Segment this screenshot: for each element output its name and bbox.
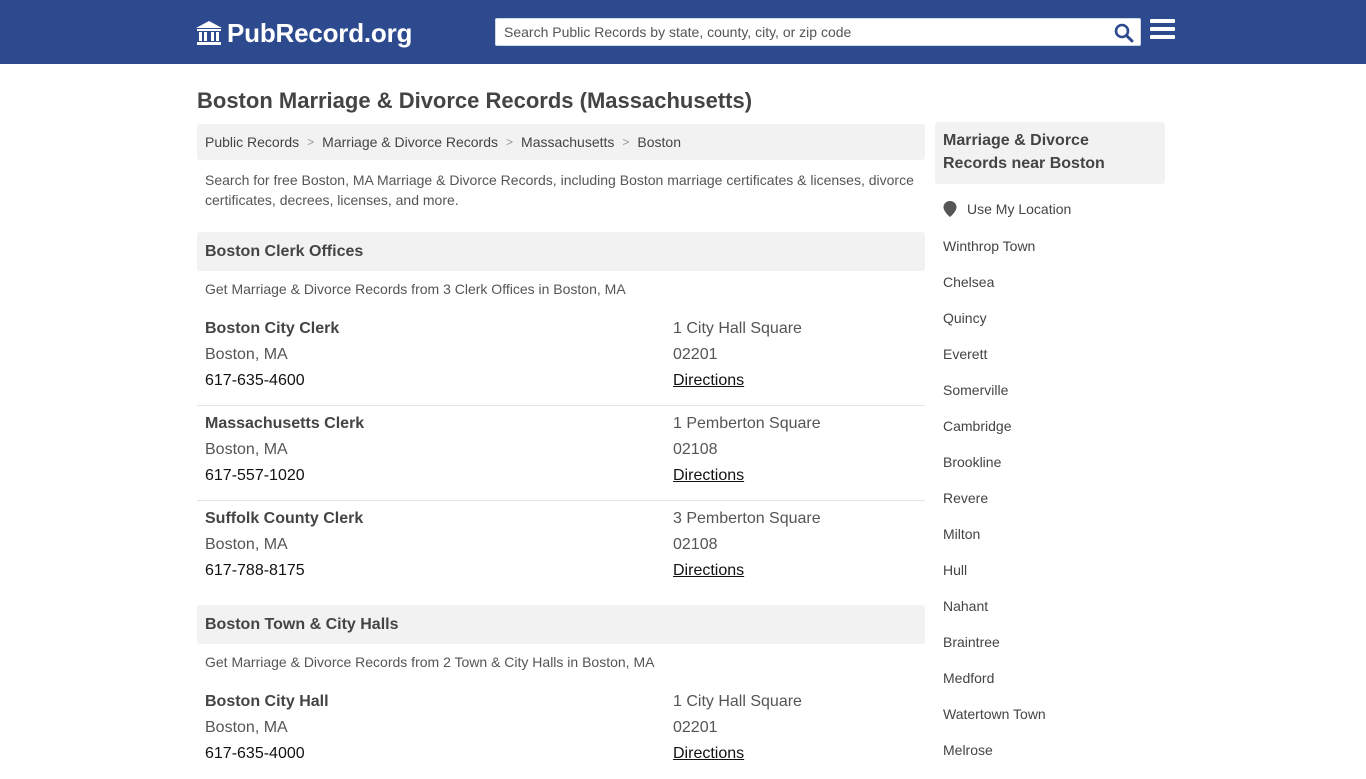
section-heading-clerk-offices: Boston Clerk Offices [197, 232, 925, 271]
office-zip: 02201 [673, 719, 718, 736]
logo-text: PubRecord.org [227, 17, 413, 48]
nearby-city-link[interactable]: Chelsea [943, 272, 1046, 308]
nearby-city-link[interactable]: Melrose [943, 740, 1046, 776]
nearby-city-link[interactable]: Braintree [943, 632, 1046, 668]
office-city: Boston, MA [205, 719, 288, 736]
nearby-city-link[interactable]: Cambridge [943, 416, 1046, 452]
use-my-location-button[interactable]: Use My Location [943, 201, 1071, 217]
office-city: Boston, MA [205, 346, 288, 363]
chevron-right-icon: > [622, 135, 630, 149]
intro-text: Search for free Boston, MA Marriage & Di… [205, 172, 914, 208]
search-input[interactable] [496, 19, 1106, 45]
office-name[interactable]: Boston City Hall [205, 693, 329, 711]
office-address: 3 Pemberton Square [673, 510, 821, 527]
breadcrumb-massachusetts[interactable]: Massachusetts [521, 134, 614, 150]
nearby-city-link[interactable]: Hull [943, 560, 1046, 596]
directions-link[interactable]: Directions [673, 372, 744, 390]
office-phone[interactable]: 617-788-8175 [205, 562, 305, 580]
courthouse-icon [196, 21, 222, 45]
top-navigation-bar: PubRecord.org [0, 0, 1366, 64]
office-listing: Boston City Hall Boston, MA 617-635-4000… [197, 684, 925, 779]
nearby-city-link[interactable]: Medford [943, 668, 1046, 704]
hamburger-menu-icon[interactable] [1150, 19, 1176, 43]
search-button[interactable] [1112, 21, 1136, 45]
office-listing: Massachusetts Clerk Boston, MA 617-557-1… [197, 406, 925, 501]
office-zip: 02201 [673, 346, 718, 363]
office-name[interactable]: Massachusetts Clerk [205, 415, 364, 433]
office-address: 1 City Hall Square [673, 320, 802, 337]
office-city: Boston, MA [205, 536, 288, 553]
nearby-city-link[interactable]: Everett [943, 344, 1046, 380]
office-name[interactable]: Suffolk County Clerk [205, 510, 363, 528]
nearby-city-link[interactable]: Milton [943, 524, 1046, 560]
office-city: Boston, MA [205, 441, 288, 458]
office-listing: Boston City Clerk Boston, MA 617-635-460… [197, 311, 925, 406]
breadcrumb: Public Records > Marriage & Divorce Reco… [197, 124, 925, 160]
office-phone[interactable]: 617-557-1020 [205, 467, 305, 485]
site-logo[interactable]: PubRecord.org [195, 17, 412, 49]
office-address: 1 Pemberton Square [673, 415, 821, 432]
page-title: Boston Marriage & Divorce Records (Massa… [197, 88, 753, 113]
search-box [495, 18, 1141, 46]
nearby-city-link[interactable]: Nahant [943, 596, 1046, 632]
breadcrumb-marriage-divorce[interactable]: Marriage & Divorce Records [322, 134, 498, 150]
nearby-city-link[interactable]: Somerville [943, 380, 1046, 416]
directions-link[interactable]: Directions [673, 745, 744, 763]
office-zip: 02108 [673, 441, 718, 458]
office-address: 1 City Hall Square [673, 693, 802, 710]
use-my-location-label: Use My Location [967, 201, 1072, 217]
office-phone[interactable]: 617-635-4600 [205, 372, 305, 390]
breadcrumb-public-records[interactable]: Public Records [205, 134, 299, 150]
nearby-city-link[interactable]: Brookline [943, 452, 1046, 488]
nearby-city-link[interactable]: Revere [943, 488, 1046, 524]
office-phone[interactable]: 617-635-4000 [205, 745, 305, 763]
breadcrumb-boston[interactable]: Boston [637, 134, 681, 150]
map-marker-icon [943, 201, 957, 217]
section-subtitle: Get Marriage & Divorce Records from 2 To… [205, 654, 655, 670]
nearby-city-link[interactable]: Quincy [943, 308, 1046, 344]
search-icon [1114, 23, 1134, 43]
sidebar-title: Marriage & Divorce Records near Boston [935, 122, 1165, 184]
office-name[interactable]: Boston City Clerk [205, 320, 339, 338]
nearby-cities-list: Winthrop Town Chelsea Quincy Everett Som… [943, 236, 1046, 776]
section-heading-town-city-halls: Boston Town & City Halls [197, 605, 925, 644]
section-subtitle: Get Marriage & Divorce Records from 3 Cl… [205, 281, 626, 297]
chevron-right-icon: > [307, 135, 315, 149]
office-listing: Suffolk County Clerk Boston, MA 617-788-… [197, 501, 925, 596]
nearby-city-link[interactable]: Watertown Town [943, 704, 1046, 740]
nearby-city-link[interactable]: Winthrop Town [943, 236, 1046, 272]
office-zip: 02108 [673, 536, 718, 553]
chevron-right-icon: > [506, 135, 514, 149]
directions-link[interactable]: Directions [673, 562, 744, 580]
directions-link[interactable]: Directions [673, 467, 744, 485]
